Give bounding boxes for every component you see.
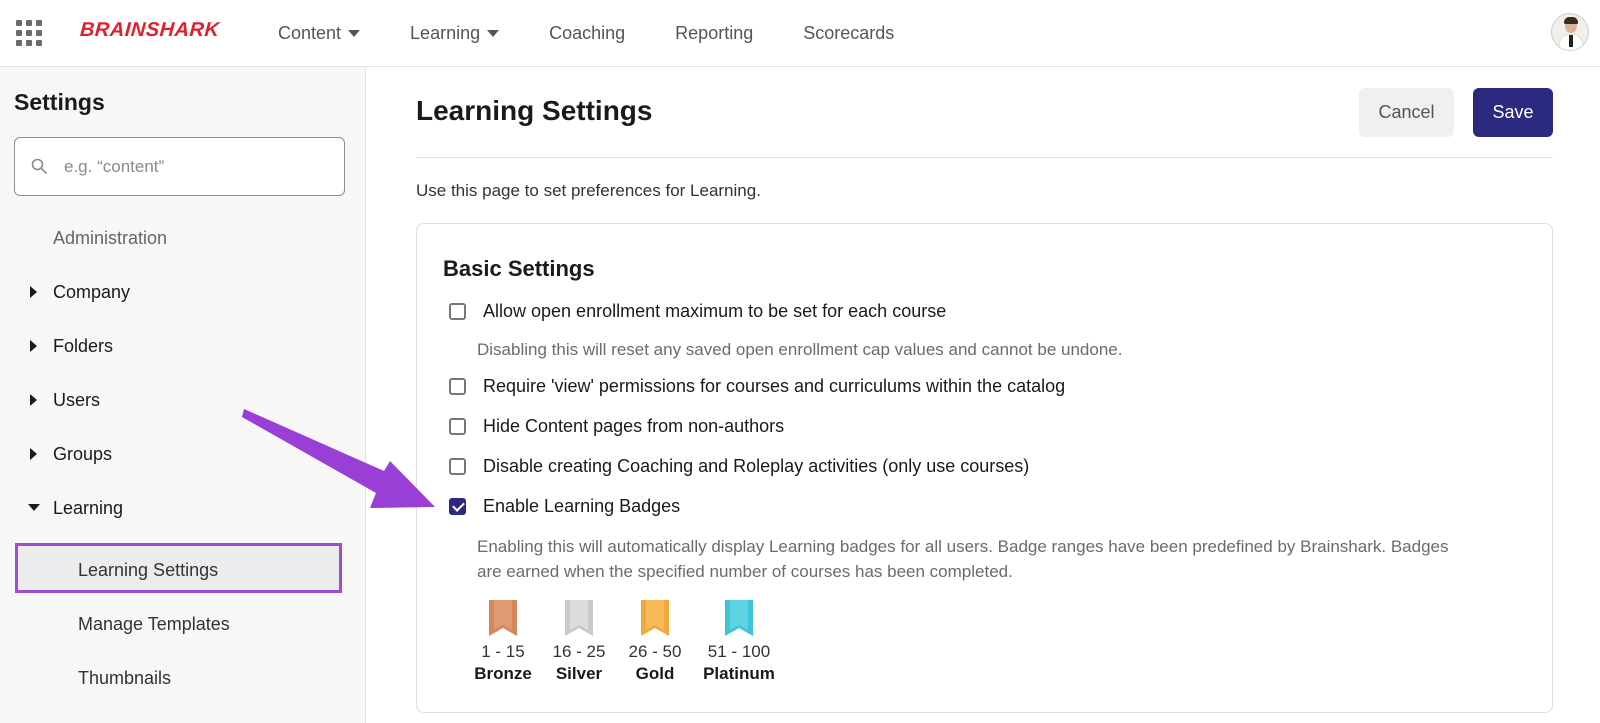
silver-ribbon-icon: [565, 600, 593, 636]
sidebar-item-company[interactable]: Company: [0, 281, 366, 303]
nav-item-learning[interactable]: Learning: [410, 22, 500, 44]
settings-search-input[interactable]: e.g. “content”: [14, 137, 345, 196]
basic-settings-card: Basic Settings Allow open enrollment max…: [416, 223, 1553, 713]
badge-range: 1 - 15: [481, 642, 525, 661]
nav-item-reporting[interactable]: Reporting: [675, 23, 753, 44]
option-disable-coaching: Disable creating Coaching and Roleplay a…: [449, 456, 1029, 477]
brainshark-logo[interactable]: BRAINSHARK: [79, 19, 220, 42]
card-title: Basic Settings: [443, 256, 595, 281]
caret-down-icon: [487, 29, 500, 37]
app-launcher-grid-icon[interactable]: [16, 20, 42, 46]
badge-name: Silver: [555, 664, 603, 683]
header-divider: [416, 157, 1553, 158]
sidebar-item-label: Users: [53, 389, 101, 410]
option-label: Allow open enrollment maximum to be set …: [483, 301, 947, 321]
option-label: Require 'view' permissions for courses a…: [483, 376, 1066, 396]
badge-name: Gold: [635, 664, 675, 683]
option-enable-badges: Enable Learning Badges: [449, 496, 680, 517]
nav-item-coaching[interactable]: Coaching: [549, 23, 625, 44]
sidebar-item-label: Learning: [53, 497, 124, 518]
platinum-ribbon-icon: [725, 600, 753, 636]
search-icon: [31, 158, 47, 174]
page-description: Use this page to set preferences for Lea…: [416, 181, 761, 200]
option-label: Hide Content pages from non-authors: [483, 416, 785, 436]
option-label: Enable Learning Badges: [483, 496, 681, 516]
badge-gold: 26 - 50 Gold: [625, 600, 685, 684]
option-label: Disable creating Coaching and Roleplay a…: [483, 456, 1030, 476]
sidebar-item-label: Groups: [53, 443, 113, 464]
badge-range: 51 - 100: [707, 642, 771, 661]
top-navigation-bar: BRAINSHARK Content Learning Coaching Rep…: [0, 0, 1600, 67]
badges-helper-line-1: Enabling this will automatically display…: [477, 537, 1449, 556]
sidebar-item-label: Folders: [53, 335, 114, 356]
save-button[interactable]: Save: [1473, 88, 1553, 137]
bronze-ribbon-icon: [489, 600, 517, 636]
nav-item-label: Scorecards: [803, 22, 895, 43]
badge-bronze: 1 - 15 Bronze: [473, 600, 533, 684]
caret-right-icon: [30, 286, 37, 298]
nav-item-scorecards[interactable]: Scorecards: [803, 23, 894, 44]
enable-badges-checkbox[interactable]: [449, 498, 466, 515]
nav-item-label: Content: [278, 22, 342, 43]
cancel-button[interactable]: Cancel: [1359, 88, 1454, 137]
annotation-arrow-icon: [242, 409, 435, 508]
badge-platinum: 51 - 100 Platinum: [701, 600, 777, 684]
caret-right-icon: [30, 394, 37, 406]
nav-item-label: Reporting: [675, 22, 754, 43]
nav-item-label: Coaching: [549, 22, 626, 43]
main-nav: Content Learning Coaching Reporting Scor…: [278, 0, 944, 66]
badge-range: 16 - 25: [552, 642, 606, 661]
sidebar-item-label: Company: [53, 281, 131, 302]
badge-name: Platinum: [703, 664, 775, 683]
disable-coaching-checkbox[interactable]: [449, 458, 466, 475]
sidebar-item-administration[interactable]: Administration: [53, 228, 167, 249]
open-enrollment-helper-text: Disabling this will reset any saved open…: [477, 340, 1123, 359]
open-enrollment-checkbox[interactable]: [449, 303, 466, 320]
nav-item-label: Learning: [410, 22, 481, 43]
page-title: Learning Settings: [416, 95, 653, 126]
sidebar-item-thumbnails[interactable]: Thumbnails: [78, 668, 171, 689]
option-hide-content-pages: Hide Content pages from non-authors: [449, 416, 784, 437]
user-avatar[interactable]: [1551, 13, 1589, 51]
view-permissions-checkbox[interactable]: [449, 378, 466, 395]
gold-ribbon-icon: [641, 600, 669, 636]
badge-silver: 16 - 25 Silver: [549, 600, 609, 684]
sidebar-item-manage-templates[interactable]: Manage Templates: [78, 614, 230, 635]
sidebar-item-learning-settings[interactable]: Learning Settings: [78, 560, 218, 581]
caret-down-icon: [348, 29, 361, 37]
option-view-permissions: Require 'view' permissions for courses a…: [449, 376, 1065, 397]
caret-right-icon: [30, 448, 37, 460]
search-placeholder: e.g. “content”: [64, 157, 165, 176]
caret-right-icon: [30, 340, 37, 352]
badge-list: 1 - 15 Bronze 16 - 25 Silver 26 - 50 Gol…: [473, 600, 793, 684]
hide-content-pages-checkbox[interactable]: [449, 418, 466, 435]
caret-down-icon: [28, 504, 40, 511]
nav-item-content[interactable]: Content: [278, 22, 361, 44]
sidebar-title: Settings: [14, 89, 105, 115]
badges-helper-text: Enabling this will automatically display…: [477, 534, 1448, 584]
badges-helper-line-2: are earned when the specified number of …: [477, 562, 1013, 581]
badge-range: 26 - 50: [628, 642, 682, 661]
settings-sidebar: Settings e.g. “content” Administration C…: [0, 67, 366, 723]
option-open-enrollment: Allow open enrollment maximum to be set …: [449, 301, 946, 322]
badge-name: Bronze: [474, 664, 532, 683]
sidebar-item-folders[interactable]: Folders: [0, 335, 366, 357]
